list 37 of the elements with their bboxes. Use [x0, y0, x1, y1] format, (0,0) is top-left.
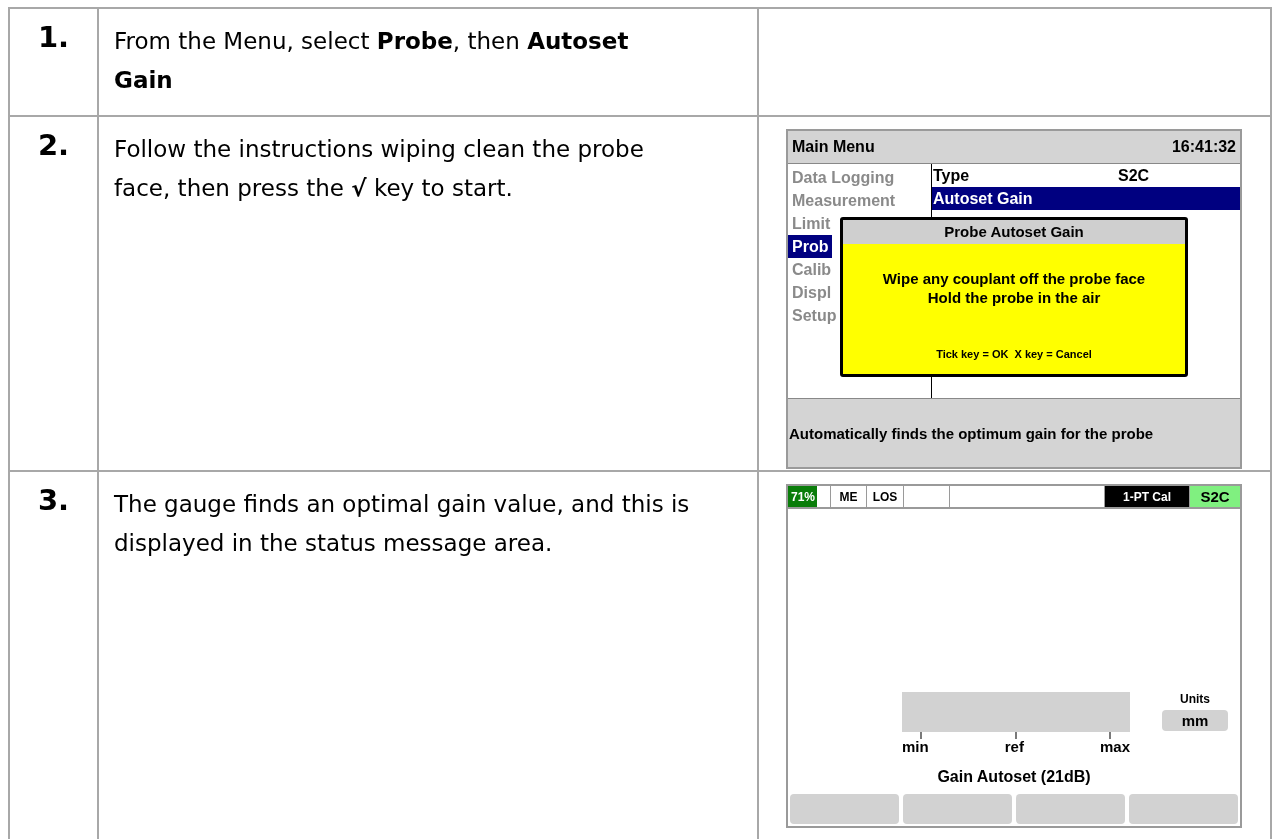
setting-row[interactable]: Autoset Gain	[932, 187, 1240, 210]
dialog-message: Wipe any couplant off the probe face	[882, 270, 1146, 287]
menu-item[interactable]: Measurement	[788, 189, 896, 212]
clock-text: 16:41:32	[1171, 138, 1236, 156]
scale-label: ref	[1004, 738, 1024, 755]
softkey-button[interactable]	[1129, 794, 1238, 824]
step-text: Follow the instructions wiping clean the probe face, then press the √ key to start.	[114, 135, 645, 203]
scale-label: min	[902, 738, 929, 755]
menu-item[interactable]: Prob	[788, 235, 833, 258]
softkey-button[interactable]	[790, 794, 899, 824]
menu-item[interactable]: Calib	[788, 258, 832, 281]
status-cell: LOS	[867, 486, 904, 507]
battery-indicator: 71%	[788, 486, 831, 507]
step-number: 3.	[37, 483, 70, 517]
step-number: 2.	[37, 128, 70, 162]
menu-item[interactable]: Setup	[788, 304, 837, 327]
scale-label: max	[1099, 738, 1130, 755]
setting-row[interactable]: Type S2C	[932, 164, 1240, 187]
screen-title: Main Menu	[792, 138, 875, 156]
units-value[interactable]: mm	[1162, 710, 1228, 731]
status-message: Gain Autoset (21dB)	[936, 767, 1092, 787]
step-number: 1.	[37, 20, 70, 54]
help-text: Automatically finds the optimum gain for the probe	[789, 424, 1154, 442]
status-cell: ME	[831, 486, 867, 507]
dialog-hint: Tick key = OK X key = Cancel	[936, 348, 1092, 360]
step-text: The gauge finds an optimal gain value, and this is displayed in the status message area.	[114, 490, 691, 558]
step-text: From the Menu, select Probe, then Autoset Gain	[114, 27, 630, 95]
probe-indicator: S2C	[1190, 486, 1240, 507]
softkey-button[interactable]	[903, 794, 1012, 824]
dialog-message: Hold the probe in the air	[927, 289, 1101, 306]
menu-item[interactable]: Displ	[788, 281, 832, 304]
units-label: Units	[1180, 692, 1210, 706]
menu-item[interactable]: Data Logging	[788, 166, 895, 189]
softkey-button[interactable]	[1016, 794, 1125, 824]
menu-item[interactable]: Limit	[788, 212, 831, 235]
dialog-title: Probe Autoset Gain	[843, 220, 1185, 244]
calibration-indicator: 1-PT Cal	[1105, 486, 1190, 507]
